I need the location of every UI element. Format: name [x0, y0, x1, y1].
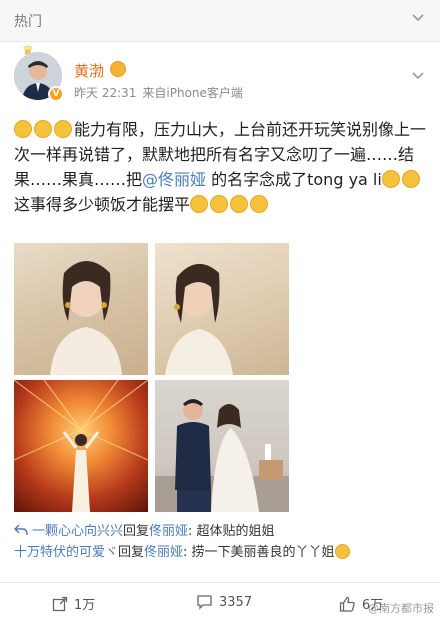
reply-target[interactable]: 佟丽娅 [149, 524, 188, 539]
divider [0, 582, 440, 583]
post-text-3: 这事得多少顿饭才能摆平 [14, 195, 191, 214]
more-options-icon[interactable] [412, 70, 424, 82]
sad-emoji-icon [54, 120, 72, 138]
photo-4[interactable] [155, 380, 289, 512]
repost-count: 1万 [74, 598, 96, 613]
reply-item: 一颗心心向兴兴回复佟丽娅: 超体贴的姐姐 [14, 521, 428, 542]
photo-2[interactable] [155, 243, 289, 375]
photo-4-image [155, 399, 289, 512]
post-source: 来自iPhone客户端 [142, 86, 243, 100]
reply-nickname[interactable]: 十万特伏的可爱ヾ [14, 545, 118, 560]
verified-badge-icon: V [48, 86, 64, 102]
laugh-cry-emoji-icon [190, 195, 209, 213]
hot-tab-label[interactable]: 热门 [14, 11, 42, 31]
post-text-2: 的名字念成了tong ya li [206, 170, 382, 189]
photo-3[interactable] [14, 380, 148, 512]
crying-emoji-icon [210, 195, 229, 213]
top-bar: 热门 [0, 0, 440, 42]
reply-item: 十万特伏的可爱ヾ回复佟丽娅: 捞一下美丽善良的丫丫姐 [14, 542, 428, 563]
smirk-emoji-icon [401, 170, 420, 188]
reply-nickname[interactable]: 一颗心心向兴兴 [32, 524, 123, 539]
sad-emoji-icon [14, 120, 32, 138]
smile-emoji-icon [250, 195, 269, 213]
reply-arrow-icon [14, 524, 28, 536]
smile-emoji-icon [230, 195, 249, 213]
chevron-down-icon[interactable] [412, 12, 424, 24]
author-name[interactable]: 黄渤 [74, 60, 104, 81]
photo-grid [14, 243, 290, 512]
mention-link[interactable]: @佟丽娅 [142, 170, 206, 189]
comment-count: 3357 [219, 594, 253, 610]
repost-button[interactable]: 1万 [52, 594, 95, 613]
grin-emoji-icon [334, 544, 350, 559]
sad-emoji-icon [34, 120, 52, 138]
shocked-emoji-icon [381, 170, 400, 188]
comment-button[interactable]: 3357 [196, 594, 252, 610]
reply-verb: 回复 [123, 524, 150, 539]
reply-text: : 超体贴的姐姐 [188, 524, 275, 539]
repost-icon [52, 596, 68, 611]
post-time: 昨天 22:31 [74, 86, 137, 100]
watermark-text: @南方都市报 [368, 602, 434, 615]
post-meta: 昨天 22:31 来自iPhone客户端 [74, 84, 249, 101]
photo-1[interactable] [14, 243, 148, 375]
post-body: 能力有限，压力山大，上台前还开玩笑说别像上一次一样再说错了，默默地把所有名字又念… [14, 117, 428, 217]
reply-list: 一颗心心向兴兴回复佟丽娅: 超体贴的姐姐 十万特伏的可爱ヾ回复佟丽娅: 捞一下美… [14, 521, 428, 563]
photo-2-image [165, 263, 233, 375]
photo-3-image [14, 380, 148, 512]
reply-target[interactable]: 佟丽娅 [144, 545, 183, 560]
reply-text: : 捞一下美丽善良的丫丫姐 [183, 545, 335, 560]
member-badge-icon [110, 61, 126, 77]
comment-icon [197, 595, 212, 610]
thumbs-up-icon [339, 596, 355, 612]
photo-1-image [50, 261, 122, 375]
reply-verb: 回复 [118, 545, 145, 560]
